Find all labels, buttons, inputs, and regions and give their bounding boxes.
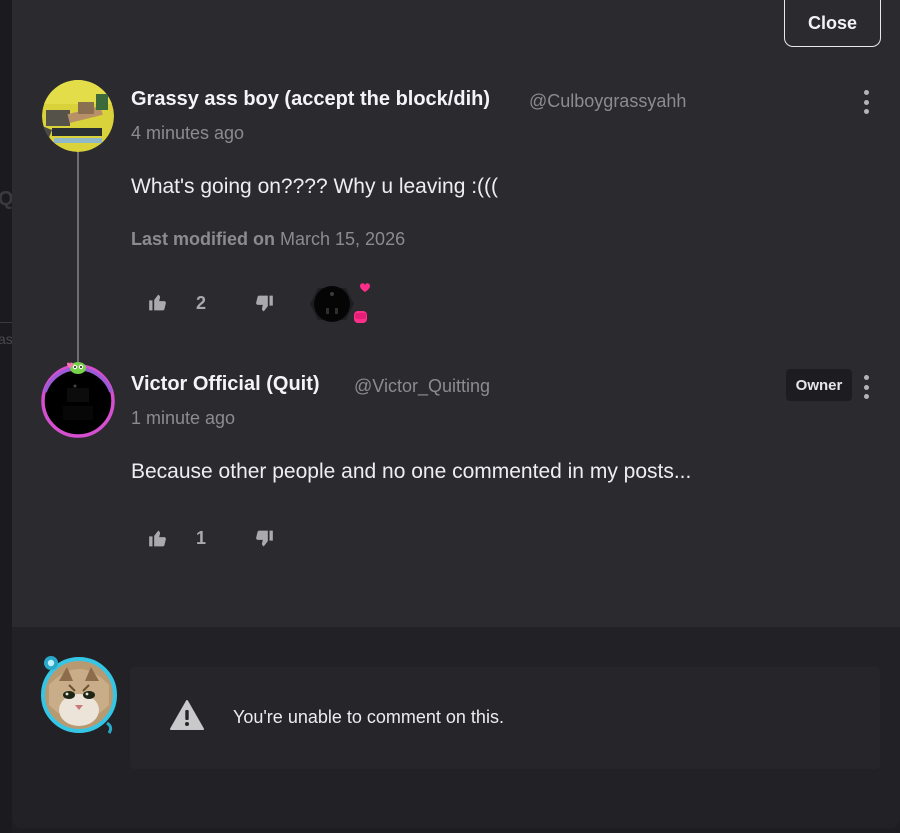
avatar-image xyxy=(42,80,114,152)
avatar[interactable] xyxy=(42,80,114,152)
last-modified-date: March 15, 2026 xyxy=(280,229,406,249)
comment-body: What's going on???? Why u leaving :((( xyxy=(131,175,499,198)
upvote-count: 2 xyxy=(196,293,207,313)
backdrop-divider xyxy=(0,322,12,323)
thumbs-up-icon[interactable] xyxy=(147,292,168,317)
comment-disabled-text: You're unable to comment on this. xyxy=(233,707,504,727)
comment-author-name[interactable]: Grassy ass boy (accept the block/dih) xyxy=(131,88,490,111)
kebab-menu-icon[interactable] xyxy=(861,90,871,114)
close-button[interactable]: Close xyxy=(784,0,881,47)
reaction-avatar-icon[interactable] xyxy=(296,278,376,335)
comment-timestamp: 1 minute ago xyxy=(131,408,236,428)
thumbs-down-icon[interactable] xyxy=(254,529,275,554)
warning-triangle-icon xyxy=(170,699,204,736)
thumbs-up-icon[interactable] xyxy=(147,528,168,553)
kebab-menu-icon[interactable] xyxy=(861,375,871,399)
avatar-image xyxy=(41,656,117,734)
thumbs-down-icon[interactable] xyxy=(254,294,275,319)
thread-connector xyxy=(77,150,79,362)
last-modified-label: Last modified on xyxy=(131,229,275,249)
comment-author-handle[interactable]: @Culboygrassyahh xyxy=(529,91,686,112)
avatar[interactable] xyxy=(39,362,117,440)
avatar-image xyxy=(41,362,115,438)
last-modified-note: Last modified on March 15, 2026 xyxy=(131,229,405,250)
comment-author-name[interactable]: Victor Official (Quit) xyxy=(131,373,320,396)
backdrop-text: as xyxy=(0,331,13,347)
owner-badge: Owner xyxy=(786,369,852,401)
comment-thread-modal: Close Grassy ass boy (accept the block/d… xyxy=(12,0,900,828)
current-user-avatar[interactable] xyxy=(39,655,119,735)
comment-disabled-notice: You're unable to comment on this. xyxy=(130,667,880,769)
comment-author-handle[interactable]: @Victor_Quitting xyxy=(354,376,490,397)
comment-timestamp: 4 minutes ago xyxy=(131,123,245,143)
upvote-count: 1 xyxy=(196,528,207,548)
page-backdrop: Q as xyxy=(0,0,14,833)
comment-body: Because other people and no one commente… xyxy=(131,460,692,483)
comment-composer: You're unable to comment on this. xyxy=(12,627,900,828)
